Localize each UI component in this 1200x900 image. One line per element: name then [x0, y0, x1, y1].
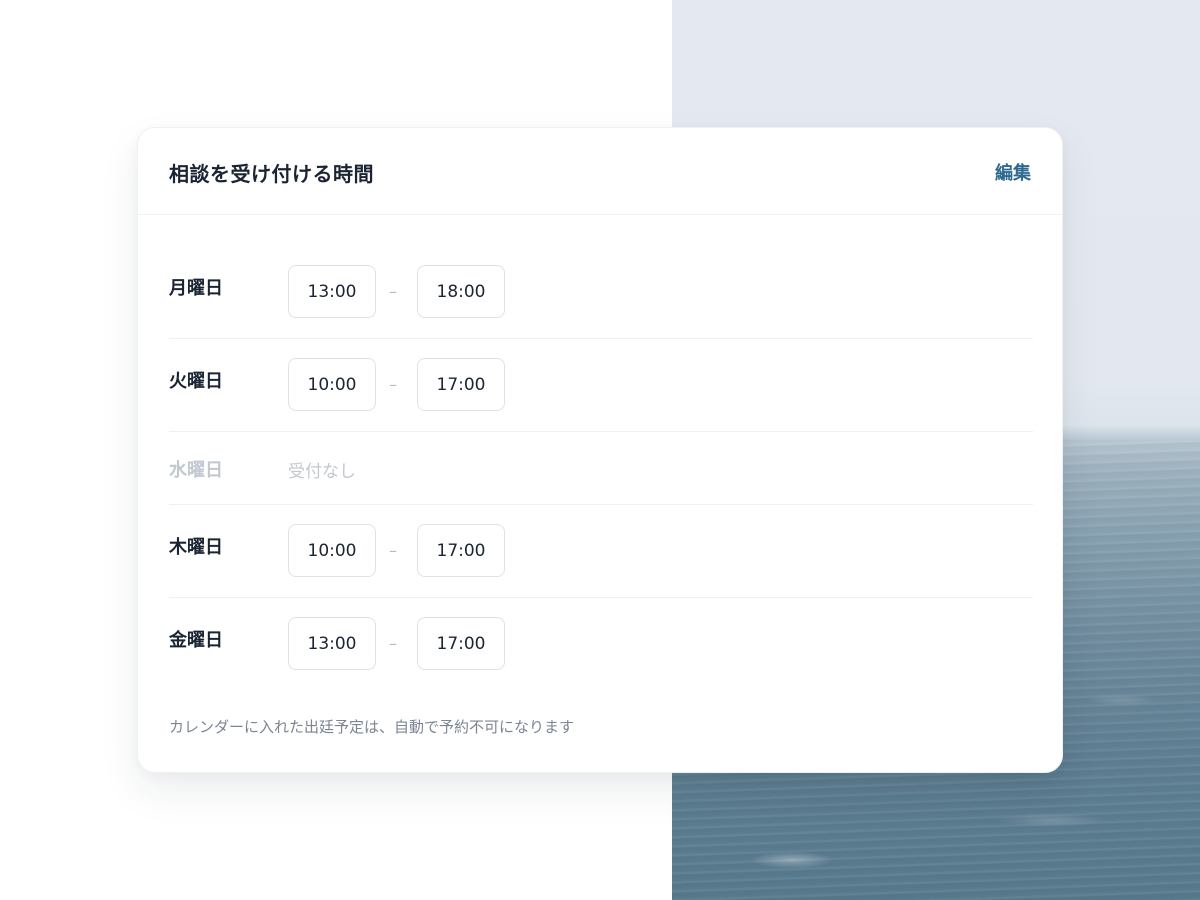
- time-separator: –: [389, 282, 397, 301]
- day-label: 火曜日: [169, 371, 223, 392]
- day-label: 水曜日: [169, 460, 223, 481]
- schedule-list: 月曜日 13:00 – 18:00 火曜日 10:00 – 17:00 水曜日 …: [169, 246, 1033, 691]
- closed-label: 受付なし: [288, 462, 356, 482]
- start-time-field[interactable]: 13:00: [288, 265, 376, 318]
- end-time-field[interactable]: 17:00: [417, 358, 505, 411]
- schedule-row-thursday: 木曜日 10:00 – 17:00: [169, 505, 1033, 598]
- footnote: カレンダーに入れた出廷予定は、自動で予約不可になります: [169, 718, 575, 736]
- day-label: 金曜日: [169, 630, 223, 651]
- end-time-field[interactable]: 18:00: [417, 265, 505, 318]
- end-time-field[interactable]: 17:00: [417, 524, 505, 577]
- time-separator: –: [389, 375, 397, 394]
- time-separator: –: [389, 634, 397, 653]
- schedule-row-wednesday: 水曜日 受付なし: [169, 432, 1033, 505]
- end-time-field[interactable]: 17:00: [417, 617, 505, 670]
- start-time-field[interactable]: 13:00: [288, 617, 376, 670]
- page: 相談を受け付ける時間 編集 月曜日 13:00 – 18:00 火曜日 10:0…: [0, 0, 1200, 900]
- schedule-row-tuesday: 火曜日 10:00 – 17:00: [169, 339, 1033, 432]
- day-label: 月曜日: [169, 278, 223, 299]
- schedule-row-monday: 月曜日 13:00 – 18:00: [169, 246, 1033, 339]
- hours-card: 相談を受け付ける時間 編集 月曜日 13:00 – 18:00 火曜日 10:0…: [137, 127, 1063, 773]
- card-title: 相談を受け付ける時間: [169, 162, 374, 186]
- edit-button[interactable]: 編集: [995, 159, 1031, 185]
- card-header: 相談を受け付ける時間 編集: [138, 128, 1062, 215]
- time-separator: –: [389, 541, 397, 560]
- day-label: 木曜日: [169, 537, 223, 558]
- start-time-field[interactable]: 10:00: [288, 358, 376, 411]
- schedule-row-friday: 金曜日 13:00 – 17:00: [169, 598, 1033, 691]
- start-time-field[interactable]: 10:00: [288, 524, 376, 577]
